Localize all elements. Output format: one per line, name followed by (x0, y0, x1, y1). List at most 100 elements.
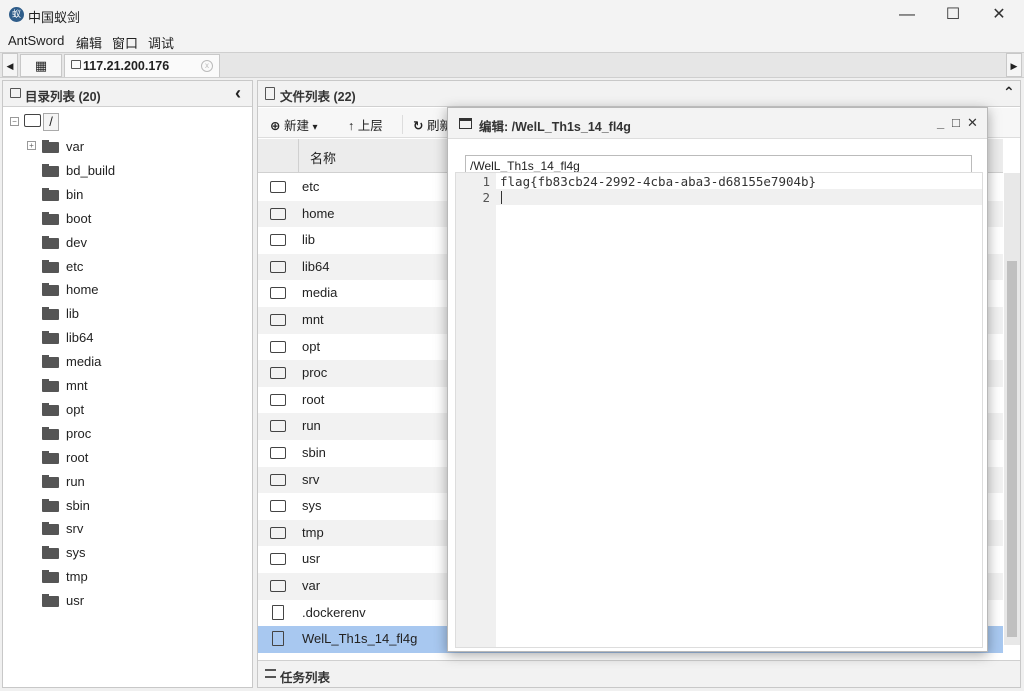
code-line-active[interactable]: 2 (456, 189, 982, 205)
up-button[interactable]: ↑ 上层 (348, 115, 383, 134)
tab-scroll-left-button[interactable]: ◀ (2, 53, 18, 77)
editor-minimize-button[interactable]: _ (937, 115, 944, 130)
tree-item[interactable]: home (42, 280, 242, 302)
antsword-logo-icon: 蚁 (9, 7, 24, 22)
tree-item-label: proc (66, 425, 92, 441)
up-button-label: 上层 (357, 119, 383, 133)
line-number-gutter (456, 173, 496, 647)
folder-icon (42, 402, 59, 416)
directory-panel-header: 目录列表 (20) ‹ (3, 81, 252, 107)
tree-item[interactable]: etc (42, 257, 242, 279)
tree-item[interactable]: root (42, 448, 242, 470)
file-name: etc (302, 179, 320, 194)
tree-item[interactable]: usr (42, 591, 242, 613)
tree-item[interactable]: proc (42, 424, 242, 446)
tree-expand-toggle[interactable]: + (27, 141, 36, 150)
folder-icon (42, 379, 59, 392)
folder-icon (42, 163, 59, 177)
code-editor[interactable]: 1 flag{fb83cb24-2992-4cba-aba3-d68155e79… (455, 172, 983, 648)
editor-maximize-button[interactable]: □ (952, 115, 960, 130)
task-panel-title: 任务列表 (280, 671, 331, 685)
caret-down-icon: ▾ (312, 122, 318, 133)
tree-item[interactable]: opt (42, 400, 242, 422)
tree-item[interactable]: bd_build (42, 161, 242, 183)
refresh-button[interactable]: ↻ 刷新 (402, 115, 452, 134)
tree-item[interactable]: run (42, 472, 242, 494)
tab-scroll-right-button[interactable]: ▶ (1006, 53, 1022, 77)
vertical-scrollbar[interactable] (1004, 173, 1020, 645)
tree-root-label[interactable]: / (43, 113, 59, 131)
tree-item[interactable]: bin (42, 185, 242, 207)
new-button[interactable]: ⊕ 新建 ▾ (270, 115, 318, 134)
tree-item[interactable]: mnt (42, 376, 242, 398)
folder-icon (42, 426, 59, 440)
menu-debug[interactable]: 调试 (148, 33, 174, 52)
window-title: 中国蚁剑 (28, 10, 81, 25)
folder-icon (270, 207, 286, 220)
minimize-button[interactable]: — (884, 0, 930, 30)
text-cursor (501, 191, 502, 204)
tree-item[interactable]: lib (42, 304, 242, 326)
folder-icon (270, 181, 286, 193)
file-name: opt (302, 338, 321, 354)
tree-item[interactable]: media (42, 352, 242, 374)
folder-icon (42, 474, 59, 488)
file-name: srv (302, 471, 320, 487)
tree-item-label: bin (66, 186, 84, 202)
folder-icon (270, 314, 286, 326)
tree-item[interactable]: boot (42, 209, 242, 231)
tree-item-label: mnt (66, 378, 88, 393)
tree-collapse-toggle[interactable]: − (10, 117, 19, 126)
tree-item-label: sbin (66, 497, 90, 513)
folder-icon (270, 393, 286, 406)
folder-icon (42, 450, 59, 464)
file-name: root (302, 391, 325, 407)
directory-panel-title: 目录列表 (20) (25, 90, 101, 104)
maximize-button[interactable]: ☐ (930, 0, 976, 30)
folder-icon (42, 331, 59, 345)
tree-item-label: var (66, 139, 85, 154)
grid-icon: ▦ (34, 58, 48, 73)
task-panel-header: 任务列表 (258, 660, 1020, 687)
menu-antsword[interactable]: AntSword (8, 33, 64, 48)
tree-item-label: boot (66, 210, 92, 226)
code-line[interactable]: 1 flag{fb83cb24-2992-4cba-aba3-d68155e79… (456, 173, 982, 189)
tab-connection[interactable]: 117.21.200.176 x (64, 54, 220, 77)
folder-icon (42, 594, 59, 608)
folder-icon (42, 498, 59, 512)
file-name: proc (302, 365, 328, 381)
tree-item-label: sys (66, 545, 86, 561)
tree-item[interactable]: srv (42, 519, 242, 541)
tree-item-label: lib64 (66, 330, 94, 346)
menu-bar: AntSword 编辑 窗口 调试 (0, 30, 1024, 52)
collapse-up-icon[interactable]: ⌃ (1003, 84, 1015, 101)
folder-icon (270, 367, 286, 380)
folder-icon (270, 287, 286, 300)
tree-item[interactable]: sbin (42, 496, 242, 518)
editor-close-button[interactable]: ✕ (967, 115, 978, 131)
file-name: WelL_Th1s_14_fl4g (302, 631, 418, 647)
tree-item[interactable]: dev (42, 233, 242, 255)
file-name: .dockerenv (302, 604, 366, 620)
folder-icon (42, 187, 59, 201)
menu-window[interactable]: 窗口 (112, 33, 138, 52)
folder-icon (42, 235, 59, 249)
tree-item[interactable]: tmp (42, 567, 242, 589)
column-header-name[interactable]: 名称 (310, 148, 336, 167)
menu-edit[interactable]: 编辑 (76, 33, 102, 52)
close-button[interactable]: ✕ (976, 0, 1022, 30)
tab-home[interactable]: ▦ (20, 54, 62, 77)
collapse-left-icon[interactable]: ‹ (235, 83, 241, 104)
list-icon (265, 669, 276, 678)
tree-item[interactable]: sys (42, 543, 242, 565)
file-name: sbin (302, 445, 326, 460)
line-number: 1 (482, 174, 490, 189)
folder-icon (270, 340, 286, 353)
tree-item[interactable]: lib64 (42, 328, 242, 350)
tab-close-icon[interactable]: x (201, 60, 213, 72)
scrollbar-thumb[interactable] (1007, 261, 1017, 637)
open-folder-icon (24, 114, 41, 127)
file-name: lib64 (302, 258, 330, 274)
tree-item[interactable]: var (42, 137, 242, 159)
tab-connection-label: 117.21.200.176 (83, 59, 170, 73)
